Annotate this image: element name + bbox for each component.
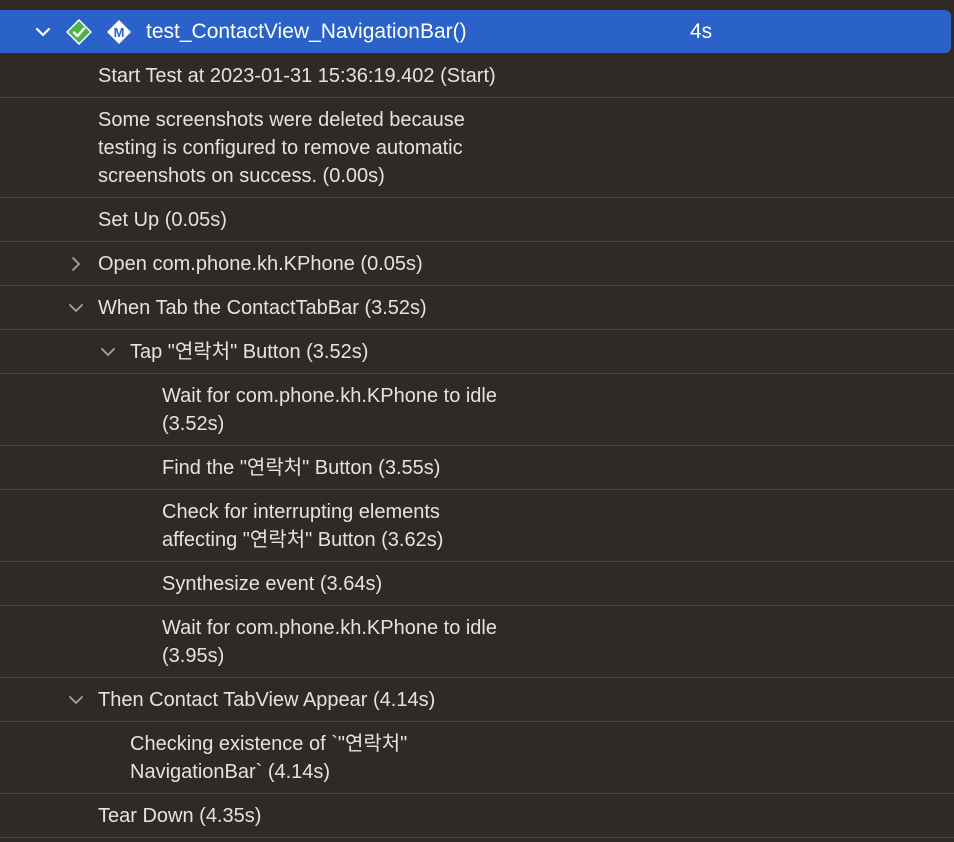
activity-row[interactable]: Check for interrupting elements affectin…	[0, 490, 954, 562]
activity-row[interactable]: Wait for com.phone.kh.KPhone to idle (3.…	[0, 606, 954, 678]
activity-label: Open com.phone.kh.KPhone (0.05s)	[98, 253, 423, 275]
activity-row[interactable]: When Tab the ContactTabBar (3.52s)	[0, 286, 954, 330]
chevron-down-icon[interactable]	[68, 692, 84, 708]
checkmark-diamond-icon	[66, 19, 92, 45]
activity-label: Find the "연락처" Button (3.55s)	[162, 457, 441, 479]
activity-row[interactable]: Open com.phone.kh.KPhone (0.05s)	[0, 242, 954, 286]
activity-row[interactable]: Wait for com.phone.kh.KPhone to idle (3.…	[0, 374, 954, 446]
activity-row[interactable]: Set Up (0.05s)	[0, 198, 954, 242]
activity-label: Tap "연락처" Button (3.52s)	[130, 341, 369, 363]
activity-label: Check for interrupting elements affectin…	[162, 501, 444, 551]
test-case-title: test_ContactView_NavigationBar()	[146, 20, 467, 43]
test-case-duration: 4s	[690, 20, 713, 43]
activity-label: Some screenshots were deleted because te…	[98, 109, 465, 187]
activity-row[interactable]: Find the "연락처" Button (3.55s)	[0, 446, 954, 490]
activity-row[interactable]: Some screenshots were deleted because te…	[0, 98, 954, 198]
chevron-down-icon[interactable]	[34, 23, 52, 41]
svg-text:M: M	[114, 25, 125, 40]
activity-row[interactable]: Tap "연락처" Button (3.52s)	[0, 330, 954, 374]
m-diamond-icon: M	[107, 20, 131, 44]
activity-label: Start Test at 2023-01-31 15:36:19.402 (S…	[98, 65, 496, 87]
activity-label: Wait for com.phone.kh.KPhone to idle (3.…	[162, 617, 497, 667]
activity-row[interactable]: Checking existence of `"연락처" NavigationB…	[0, 722, 954, 794]
activity-label: When Tab the ContactTabBar (3.52s)	[98, 297, 427, 319]
activity-label: Tear Down (4.35s)	[98, 805, 262, 827]
chevron-right-icon[interactable]	[68, 256, 84, 272]
chevron-down-icon[interactable]	[68, 300, 84, 316]
chevron-down-icon[interactable]	[100, 344, 116, 360]
activity-label: Checking existence of `"연락처" NavigationB…	[130, 733, 408, 783]
activity-label: Then Contact TabView Appear (4.14s)	[98, 689, 436, 711]
activity-label: Synthesize event (3.64s)	[162, 573, 383, 595]
activity-row[interactable]: Start Test at 2023-01-31 15:36:19.402 (S…	[0, 54, 954, 98]
activity-row[interactable]: Synthesize event (3.64s)	[0, 562, 954, 606]
test-report-tree: M test_ContactView_NavigationBar() 4s St…	[0, 0, 954, 842]
activity-label: Wait for com.phone.kh.KPhone to idle (3.…	[162, 385, 497, 435]
activity-row[interactable]: Then Contact TabView Appear (4.14s)	[0, 678, 954, 722]
activity-label: Set Up (0.05s)	[98, 209, 227, 231]
activity-row[interactable]: Tear Down (4.35s)	[0, 794, 954, 838]
test-case-row-selected[interactable]: M test_ContactView_NavigationBar() 4s	[0, 10, 951, 53]
